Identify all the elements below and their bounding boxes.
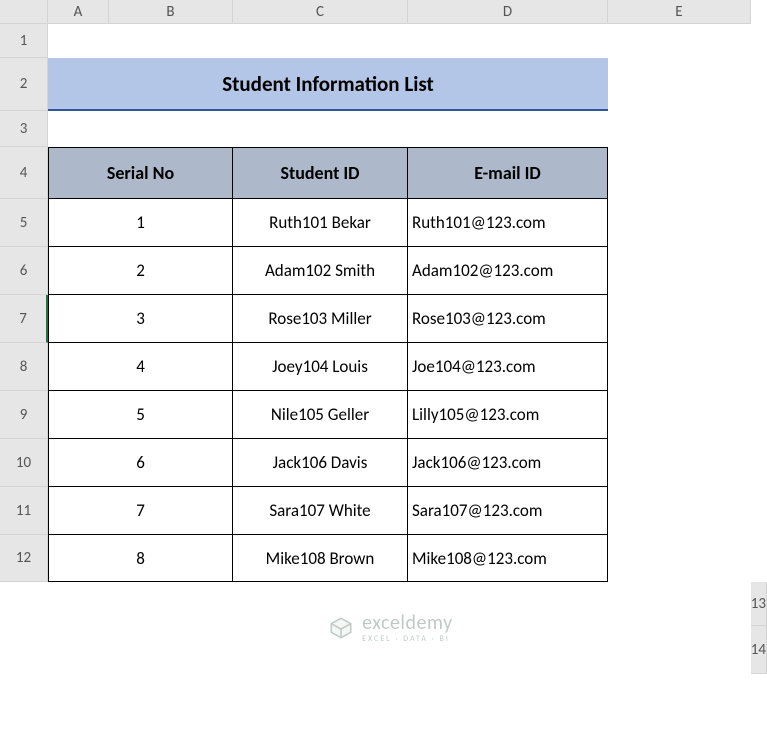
cell-email[interactable]: Adam102@123.com — [408, 247, 608, 295]
cell-serial[interactable]: 4 — [48, 343, 233, 391]
cell-email[interactable]: Mike108@123.com — [408, 535, 608, 582]
col-header-label: B — [108, 0, 232, 23]
table-header-email[interactable]: E-mail ID — [408, 147, 608, 199]
table-header-student-id[interactable]: Student ID — [233, 147, 408, 199]
cell-serial[interactable]: 1 — [48, 199, 233, 247]
row-header-9[interactable]: 9 — [0, 391, 48, 439]
cell-email[interactable]: Jack106@123.com — [408, 439, 608, 487]
col-header-C[interactable]: C — [233, 0, 408, 24]
row-header-5[interactable]: 5 — [0, 199, 48, 247]
cell-student-id[interactable]: Rose103 Miller — [233, 295, 408, 343]
exceldemy-logo-icon — [328, 615, 354, 641]
cell-serial[interactable]: 5 — [48, 391, 233, 439]
col-header-A[interactable]: A B — [48, 0, 233, 24]
row-header-12[interactable]: 12 — [0, 535, 48, 582]
page-title[interactable]: Student Information List — [48, 58, 608, 111]
cell-student-id[interactable]: Jack106 Davis — [233, 439, 408, 487]
col-header-E[interactable]: E — [608, 0, 751, 24]
cell-student-id[interactable]: Sara107 White — [233, 487, 408, 535]
cell-serial[interactable]: 7 — [48, 487, 233, 535]
watermark: exceldemy EXCEL · DATA · BI — [0, 582, 751, 674]
row-header-8[interactable]: 8 — [0, 343, 48, 391]
cell-student-id[interactable]: Joey104 Louis — [233, 343, 408, 391]
cell-student-id[interactable]: Mike108 Brown — [233, 535, 408, 582]
cell-email[interactable]: Lilly105@123.com — [408, 391, 608, 439]
row-header-11[interactable]: 11 — [0, 487, 48, 535]
cell-email[interactable]: Sara107@123.com — [408, 487, 608, 535]
cell-student-id[interactable]: Nile105 Geller — [233, 391, 408, 439]
select-all-corner[interactable] — [0, 0, 48, 24]
spreadsheet-grid: A B C D E 1 2 3 4 5 6 7 8 9 10 11 12 13 … — [0, 0, 767, 731]
watermark-tagline: EXCEL · DATA · BI — [362, 635, 452, 643]
cell-email[interactable]: Joe104@123.com — [408, 343, 608, 391]
cell-email[interactable]: Rose103@123.com — [408, 295, 608, 343]
cell-student-id[interactable]: Ruth101 Bekar — [233, 199, 408, 247]
cell-serial[interactable]: 2 — [48, 247, 233, 295]
row-header-10[interactable]: 10 — [0, 439, 48, 487]
table-header-serial[interactable]: Serial No — [48, 147, 233, 199]
row-header-14[interactable]: 14 — [751, 626, 767, 674]
row-header-2[interactable]: 2 — [0, 58, 48, 111]
cell-email[interactable]: Ruth101@123.com — [408, 199, 608, 247]
col-header-D[interactable]: D — [408, 0, 608, 24]
row-header-6[interactable]: 6 — [0, 247, 48, 295]
cell-student-id[interactable]: Adam102 Smith — [233, 247, 408, 295]
row-header-7[interactable]: 7 — [0, 295, 48, 343]
cell-serial[interactable]: 6 — [48, 439, 233, 487]
cell-serial[interactable]: 3 — [48, 295, 233, 343]
row-header-1[interactable]: 1 — [0, 24, 48, 58]
watermark-brand: exceldemy — [362, 613, 452, 633]
cell-serial[interactable]: 8 — [48, 535, 233, 582]
row-header-3[interactable]: 3 — [0, 111, 48, 147]
row-header-13[interactable]: 13 — [751, 582, 767, 626]
row-header-4[interactable]: 4 — [0, 147, 48, 199]
col-header-label: A — [48, 3, 108, 21]
